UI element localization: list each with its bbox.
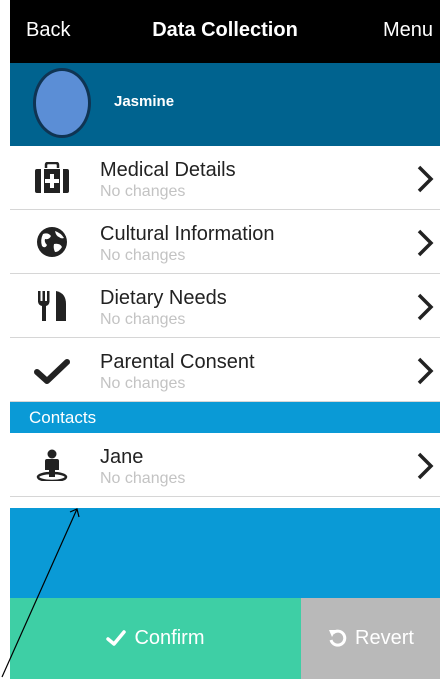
checkmark-icon [106,630,127,646]
list-item-medical-details[interactable]: Medical Details No changes [10,146,440,210]
chevron-right-icon [417,165,434,193]
detail-list: Medical Details No changes Cultural Info… [10,146,440,497]
navigation-bar: Back Data Collection Menu [10,0,440,63]
item-status: No changes [100,470,186,487]
item-title: Cultural Information [100,223,275,245]
confirm-button[interactable]: Confirm [10,598,301,679]
item-title: Parental Consent [100,351,255,373]
chevron-right-icon [417,452,434,480]
item-status: No changes [100,183,186,200]
item-title: Medical Details [100,159,236,181]
section-header-contacts: Contacts [10,402,440,433]
chevron-right-icon [417,293,434,321]
item-title: Dietary Needs [100,287,227,309]
empty-area [10,508,440,598]
list-item-dietary-needs[interactable]: Dietary Needs No changes [10,274,440,338]
profile-header: Jasmine [10,63,440,146]
fork-knife-icon [38,291,66,321]
page-title: Data Collection [152,19,298,41]
chevron-right-icon [417,229,434,257]
list-item-cultural-information[interactable]: Cultural Information No changes [10,210,440,274]
confirm-label: Confirm [134,627,205,649]
revert-button[interactable]: Revert [301,598,440,679]
item-status: No changes [100,375,186,392]
revert-label: Revert [355,627,414,649]
item-status: No changes [100,311,186,328]
chevron-right-icon [417,357,434,385]
list-item-parental-consent[interactable]: Parental Consent No changes [10,338,440,402]
avatar [33,68,91,138]
menu-button[interactable]: Menu [383,19,433,42]
medical-kit-icon [35,162,69,193]
person-icon [36,449,68,481]
undo-icon [329,629,347,647]
profile-name: Jasmine [114,93,175,110]
globe-icon [37,227,67,257]
item-title: Jane [100,446,144,468]
list-item-contact[interactable]: Jane No changes [10,433,440,497]
item-status: No changes [100,247,186,264]
checkmark-icon [34,359,70,384]
